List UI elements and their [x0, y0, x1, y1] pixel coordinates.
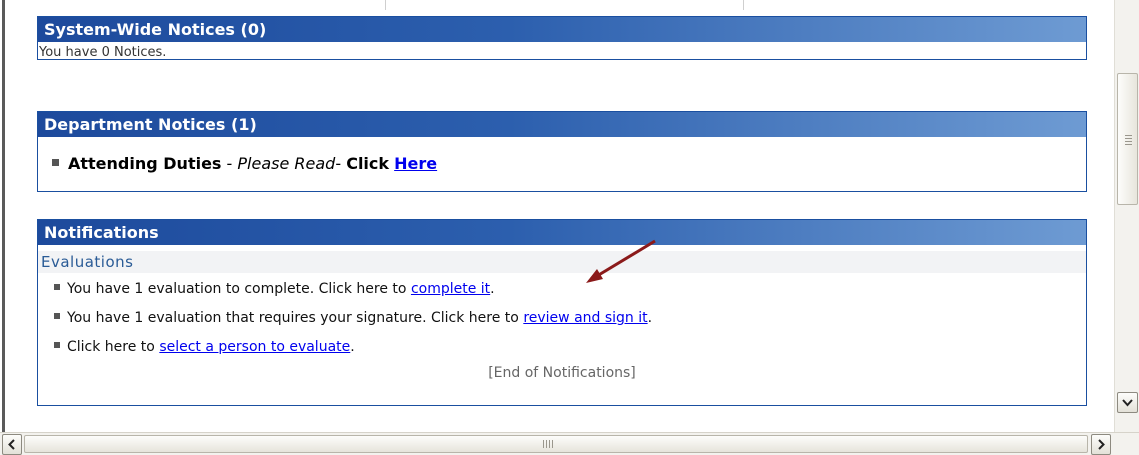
chevron-left-icon [8, 439, 15, 450]
chevron-down-icon [1122, 398, 1133, 406]
grip-icon [1125, 135, 1132, 147]
notifications-header: Notifications [38, 220, 1086, 245]
list-item: You have 1 evaluation that requires your… [54, 305, 1086, 334]
notice-here-link[interactable]: Here [394, 154, 437, 173]
grip-icon [543, 440, 553, 448]
scroll-right-button[interactable] [1091, 434, 1111, 455]
vertical-scrollbar[interactable] [1114, 0, 1139, 432]
list-item-suffix: . [350, 339, 355, 355]
notifications-panel: Notifications Evaluations You have 1 eva… [37, 219, 1087, 406]
list-item-suffix: . [647, 310, 653, 326]
square-bullet-icon [52, 159, 59, 166]
horizontal-scrollbar[interactable] [0, 432, 1139, 455]
chevron-right-icon [1098, 439, 1105, 450]
window-left-border [0, 0, 5, 432]
square-bullet-icon [54, 342, 60, 348]
browser-window: System-Wide Notices (0) You have 0 Notic… [0, 0, 1139, 455]
list-item-suffix: . [490, 281, 495, 297]
list-item-text: You have 1 evaluation to complete. Click… [67, 281, 411, 297]
department-notices-header: Department Notices (1) [38, 112, 1086, 137]
square-bullet-icon [54, 284, 60, 290]
list-item: You have 1 evaluation to complete. Click… [54, 276, 1086, 305]
top-divider-strip [8, 0, 1114, 10]
system-wide-notices-header: System-Wide Notices (0) [38, 17, 1086, 42]
department-notice-item: Attending Duties - Please Read- Click He… [38, 137, 1086, 173]
system-wide-notices-panel: System-Wide Notices (0) You have 0 Notic… [37, 16, 1087, 60]
department-notices-panel: Department Notices (1) Attending Duties … [37, 111, 1087, 192]
list-item-text: You have 1 evaluation that requires your… [67, 310, 524, 326]
vertical-scroll-thumb[interactable] [1117, 73, 1138, 205]
complete-it-link[interactable]: complete it [411, 281, 490, 297]
list-item: Click here to select a person to evaluat… [54, 334, 1086, 363]
notice-separator-2: - [335, 154, 347, 173]
square-bullet-icon [54, 313, 60, 319]
notice-please-read: Please Read [237, 154, 336, 173]
list-item-text: Click here to [67, 339, 160, 355]
scroll-left-button[interactable] [2, 434, 22, 455]
select-person-link[interactable]: select a person to evaluate [159, 339, 350, 355]
system-wide-notices-message: You have 0 Notices. [39, 45, 167, 60]
evaluations-list: You have 1 evaluation to complete. Click… [38, 276, 1086, 363]
notice-click-label: Click [346, 154, 390, 173]
horizontal-scroll-thumb[interactable] [24, 435, 1088, 453]
scroll-down-button[interactable] [1117, 392, 1138, 413]
end-of-notifications-label: [End of Notifications] [488, 365, 636, 381]
evaluations-section-title: Evaluations [38, 251, 1086, 273]
notice-title: Attending Duties [68, 154, 222, 173]
review-and-sign-link[interactable]: review and sign it [523, 310, 647, 326]
notice-separator: - [221, 154, 238, 173]
